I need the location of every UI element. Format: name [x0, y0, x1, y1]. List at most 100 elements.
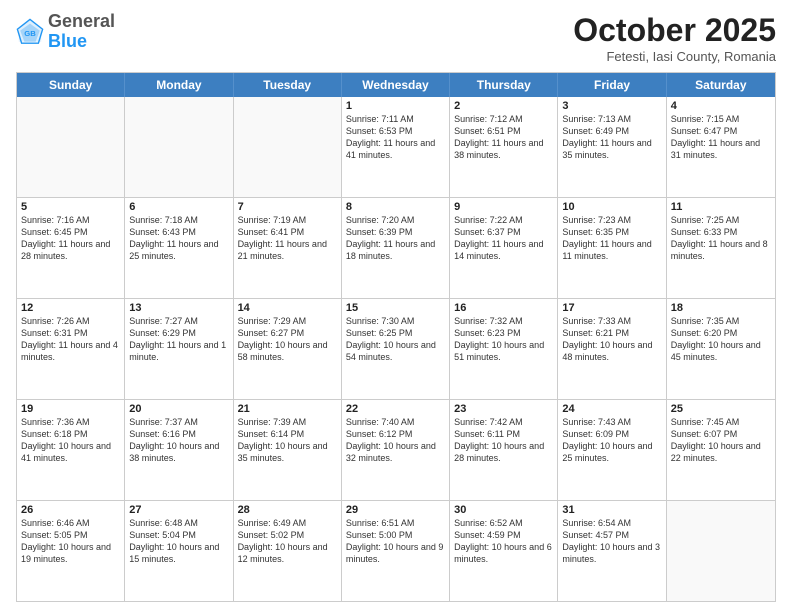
day-info: Sunrise: 7:35 AM Sunset: 6:20 PM Dayligh… — [671, 315, 771, 364]
day-number: 8 — [346, 201, 445, 213]
day-info: Sunrise: 7:39 AM Sunset: 6:14 PM Dayligh… — [238, 416, 337, 465]
table-row: 11Sunrise: 7:25 AM Sunset: 6:33 PM Dayli… — [667, 198, 775, 298]
table-row: 12Sunrise: 7:26 AM Sunset: 6:31 PM Dayli… — [17, 299, 125, 399]
table-row: 23Sunrise: 7:42 AM Sunset: 6:11 PM Dayli… — [450, 400, 558, 500]
logo-blue-text: Blue — [48, 31, 87, 51]
header-day-saturday: Saturday — [667, 73, 775, 97]
table-row: 16Sunrise: 7:32 AM Sunset: 6:23 PM Dayli… — [450, 299, 558, 399]
day-info: Sunrise: 7:11 AM Sunset: 6:53 PM Dayligh… — [346, 113, 445, 162]
table-row: 10Sunrise: 7:23 AM Sunset: 6:35 PM Dayli… — [558, 198, 666, 298]
header-day-thursday: Thursday — [450, 73, 558, 97]
day-number: 13 — [129, 302, 228, 314]
calendar-week-1: 1Sunrise: 7:11 AM Sunset: 6:53 PM Daylig… — [17, 97, 775, 198]
day-number: 12 — [21, 302, 120, 314]
day-info: Sunrise: 7:27 AM Sunset: 6:29 PM Dayligh… — [129, 315, 228, 364]
table-row: 8Sunrise: 7:20 AM Sunset: 6:39 PM Daylig… — [342, 198, 450, 298]
day-info: Sunrise: 7:42 AM Sunset: 6:11 PM Dayligh… — [454, 416, 553, 465]
logo-text: General Blue — [48, 12, 115, 52]
day-info: Sunrise: 7:12 AM Sunset: 6:51 PM Dayligh… — [454, 113, 553, 162]
header-day-sunday: Sunday — [17, 73, 125, 97]
day-number: 4 — [671, 100, 771, 112]
day-number: 23 — [454, 403, 553, 415]
day-info: Sunrise: 7:23 AM Sunset: 6:35 PM Dayligh… — [562, 214, 661, 263]
table-row: 22Sunrise: 7:40 AM Sunset: 6:12 PM Dayli… — [342, 400, 450, 500]
title-block: October 2025 Fetesti, Iasi County, Roman… — [573, 12, 776, 64]
month-title: October 2025 — [573, 12, 776, 49]
logo-icon: GB — [16, 18, 44, 46]
calendar: SundayMondayTuesdayWednesdayThursdayFrid… — [16, 72, 776, 602]
table-row: 18Sunrise: 7:35 AM Sunset: 6:20 PM Dayli… — [667, 299, 775, 399]
table-row — [17, 97, 125, 197]
day-info: Sunrise: 7:25 AM Sunset: 6:33 PM Dayligh… — [671, 214, 771, 263]
day-number: 10 — [562, 201, 661, 213]
day-number: 11 — [671, 201, 771, 213]
table-row: 26Sunrise: 6:46 AM Sunset: 5:05 PM Dayli… — [17, 501, 125, 601]
day-info: Sunrise: 6:51 AM Sunset: 5:00 PM Dayligh… — [346, 517, 445, 566]
day-number: 1 — [346, 100, 445, 112]
table-row: 21Sunrise: 7:39 AM Sunset: 6:14 PM Dayli… — [234, 400, 342, 500]
day-number: 28 — [238, 504, 337, 516]
table-row: 6Sunrise: 7:18 AM Sunset: 6:43 PM Daylig… — [125, 198, 233, 298]
calendar-week-4: 19Sunrise: 7:36 AM Sunset: 6:18 PM Dayli… — [17, 400, 775, 501]
day-info: Sunrise: 7:37 AM Sunset: 6:16 PM Dayligh… — [129, 416, 228, 465]
day-number: 5 — [21, 201, 120, 213]
header-day-tuesday: Tuesday — [234, 73, 342, 97]
table-row: 15Sunrise: 7:30 AM Sunset: 6:25 PM Dayli… — [342, 299, 450, 399]
page: GB General Blue October 2025 Fetesti, Ia… — [0, 0, 792, 612]
table-row: 17Sunrise: 7:33 AM Sunset: 6:21 PM Dayli… — [558, 299, 666, 399]
table-row: 28Sunrise: 6:49 AM Sunset: 5:02 PM Dayli… — [234, 501, 342, 601]
header-day-monday: Monday — [125, 73, 233, 97]
calendar-week-3: 12Sunrise: 7:26 AM Sunset: 6:31 PM Dayli… — [17, 299, 775, 400]
table-row: 2Sunrise: 7:12 AM Sunset: 6:51 PM Daylig… — [450, 97, 558, 197]
day-info: Sunrise: 7:20 AM Sunset: 6:39 PM Dayligh… — [346, 214, 445, 263]
day-info: Sunrise: 7:26 AM Sunset: 6:31 PM Dayligh… — [21, 315, 120, 364]
day-number: 21 — [238, 403, 337, 415]
day-info: Sunrise: 7:29 AM Sunset: 6:27 PM Dayligh… — [238, 315, 337, 364]
day-info: Sunrise: 7:19 AM Sunset: 6:41 PM Dayligh… — [238, 214, 337, 263]
day-info: Sunrise: 7:15 AM Sunset: 6:47 PM Dayligh… — [671, 113, 771, 162]
calendar-header: SundayMondayTuesdayWednesdayThursdayFrid… — [17, 73, 775, 97]
header: GB General Blue October 2025 Fetesti, Ia… — [16, 12, 776, 64]
day-number: 7 — [238, 201, 337, 213]
day-number: 17 — [562, 302, 661, 314]
day-info: Sunrise: 6:48 AM Sunset: 5:04 PM Dayligh… — [129, 517, 228, 566]
day-info: Sunrise: 6:54 AM Sunset: 4:57 PM Dayligh… — [562, 517, 661, 566]
day-number: 15 — [346, 302, 445, 314]
table-row: 25Sunrise: 7:45 AM Sunset: 6:07 PM Dayli… — [667, 400, 775, 500]
table-row: 9Sunrise: 7:22 AM Sunset: 6:37 PM Daylig… — [450, 198, 558, 298]
table-row: 5Sunrise: 7:16 AM Sunset: 6:45 PM Daylig… — [17, 198, 125, 298]
day-info: Sunrise: 7:36 AM Sunset: 6:18 PM Dayligh… — [21, 416, 120, 465]
day-number: 24 — [562, 403, 661, 415]
table-row: 19Sunrise: 7:36 AM Sunset: 6:18 PM Dayli… — [17, 400, 125, 500]
day-number: 14 — [238, 302, 337, 314]
day-info: Sunrise: 7:43 AM Sunset: 6:09 PM Dayligh… — [562, 416, 661, 465]
calendar-body: 1Sunrise: 7:11 AM Sunset: 6:53 PM Daylig… — [17, 97, 775, 601]
day-number: 18 — [671, 302, 771, 314]
day-number: 26 — [21, 504, 120, 516]
day-info: Sunrise: 7:22 AM Sunset: 6:37 PM Dayligh… — [454, 214, 553, 263]
day-info: Sunrise: 7:45 AM Sunset: 6:07 PM Dayligh… — [671, 416, 771, 465]
day-number: 3 — [562, 100, 661, 112]
day-number: 22 — [346, 403, 445, 415]
location: Fetesti, Iasi County, Romania — [573, 49, 776, 64]
table-row: 31Sunrise: 6:54 AM Sunset: 4:57 PM Dayli… — [558, 501, 666, 601]
day-number: 29 — [346, 504, 445, 516]
header-day-wednesday: Wednesday — [342, 73, 450, 97]
day-number: 20 — [129, 403, 228, 415]
day-number: 25 — [671, 403, 771, 415]
table-row — [234, 97, 342, 197]
day-info: Sunrise: 7:30 AM Sunset: 6:25 PM Dayligh… — [346, 315, 445, 364]
table-row — [125, 97, 233, 197]
table-row: 24Sunrise: 7:43 AM Sunset: 6:09 PM Dayli… — [558, 400, 666, 500]
day-info: Sunrise: 7:40 AM Sunset: 6:12 PM Dayligh… — [346, 416, 445, 465]
day-number: 6 — [129, 201, 228, 213]
day-number: 27 — [129, 504, 228, 516]
table-row: 14Sunrise: 7:29 AM Sunset: 6:27 PM Dayli… — [234, 299, 342, 399]
table-row: 29Sunrise: 6:51 AM Sunset: 5:00 PM Dayli… — [342, 501, 450, 601]
day-info: Sunrise: 7:13 AM Sunset: 6:49 PM Dayligh… — [562, 113, 661, 162]
day-number: 9 — [454, 201, 553, 213]
day-info: Sunrise: 6:49 AM Sunset: 5:02 PM Dayligh… — [238, 517, 337, 566]
table-row: 20Sunrise: 7:37 AM Sunset: 6:16 PM Dayli… — [125, 400, 233, 500]
table-row: 30Sunrise: 6:52 AM Sunset: 4:59 PM Dayli… — [450, 501, 558, 601]
logo: GB General Blue — [16, 12, 115, 52]
